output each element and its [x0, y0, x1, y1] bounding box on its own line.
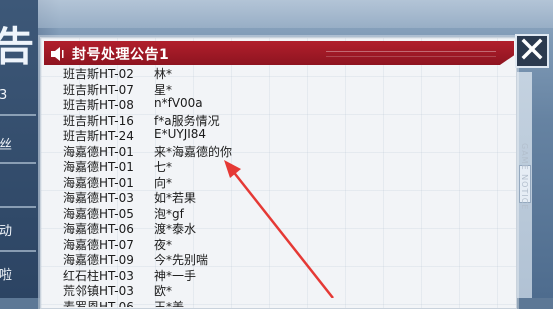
annotation-arrow [224, 160, 334, 298]
row-server: 麦罗恩HT-06 [63, 299, 134, 308]
row-player-name: 王*美 [154, 299, 185, 308]
